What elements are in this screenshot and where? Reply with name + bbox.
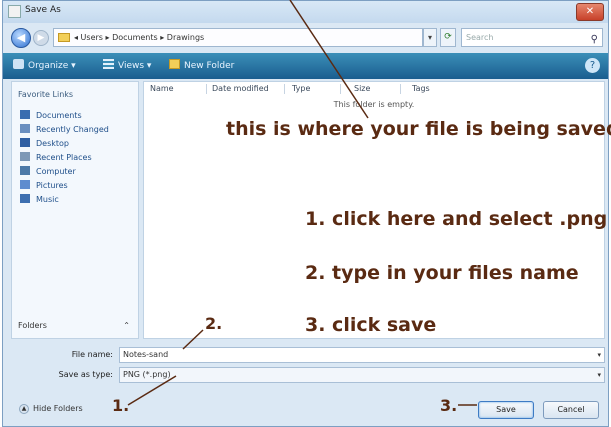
nav-item-label: Documents <box>36 111 82 120</box>
favorite-links-header: Favorite Links <box>18 90 74 99</box>
address-row: ◀ ▶ ◂ Users ▸ Documents ▸ Drawings ▾ ⟳ S… <box>3 24 608 52</box>
search-icon[interactable]: ⚲ <box>591 31 598 48</box>
nav-item-label: Recently Changed <box>36 125 109 134</box>
annotation-marker-3: 3. <box>440 396 458 415</box>
nav-item-desktop[interactable]: Desktop <box>20 138 69 148</box>
nav-item-recently-changed[interactable]: Recently Changed <box>20 124 109 134</box>
nav-item-label: Pictures <box>36 181 68 190</box>
chevron-up-icon[interactable]: ▲ <box>19 404 29 414</box>
help-icon[interactable]: ? <box>585 58 600 73</box>
filename-label: File name: <box>71 350 113 359</box>
nav-item-recent-places[interactable]: Recent Places <box>20 152 92 162</box>
window-title: Save As <box>25 5 61 15</box>
desktop-icon <box>20 138 30 147</box>
recently-changed-icon <box>20 124 30 133</box>
views-button[interactable]: Views ▾ <box>103 59 151 71</box>
annotation-step-2: 2. type in your files name <box>305 262 579 284</box>
column-header-type[interactable]: Type <box>292 84 310 93</box>
save-button[interactable]: Save <box>478 401 534 419</box>
toolbar: Organize ▾ Views ▾ New Folder ? <box>3 53 608 79</box>
navigation-pane: Favorite Links Documents Recently Changed… <box>11 81 139 339</box>
annotation-marker-1: 1. <box>112 396 130 415</box>
address-bar[interactable]: ◂ Users ▸ Documents ▸ Drawings <box>53 28 423 47</box>
annotation-step-3: 3. click save <box>305 314 437 336</box>
nav-item-label: Computer <box>36 167 76 176</box>
nav-item-pictures[interactable]: Pictures <box>20 180 68 190</box>
nav-item-label: Music <box>36 195 59 204</box>
recent-places-icon <box>20 152 30 161</box>
nav-item-documents[interactable]: Documents <box>20 110 82 120</box>
annotation-step-1: 1. click here and select .png <box>305 208 608 230</box>
hide-folders-button[interactable]: Hide Folders <box>33 404 83 413</box>
annotation-saved-location: this is where your file is being saved <box>226 118 611 140</box>
new-folder-icon <box>169 59 180 69</box>
views-icon <box>103 59 114 69</box>
search-input[interactable]: Search ⚲ <box>461 28 603 47</box>
search-placeholder: Search <box>466 33 494 42</box>
column-header-size[interactable]: Size <box>354 84 370 93</box>
close-button[interactable]: ✕ <box>576 3 604 21</box>
folders-toggle[interactable]: Folders <box>18 321 47 330</box>
save-as-type-select[interactable]: PNG (*.png) ▾ <box>119 367 605 383</box>
folder-icon <box>58 33 70 42</box>
address-dropdown-button[interactable]: ▾ <box>423 28 437 47</box>
documents-icon <box>20 110 30 119</box>
chevron-up-icon[interactable]: ⌃ <box>123 321 130 330</box>
title-bar: Save As ✕ <box>3 1 608 23</box>
save-as-type-label: Save as type: <box>58 370 113 379</box>
music-icon <box>20 194 30 203</box>
refresh-button[interactable]: ⟳ <box>440 28 456 47</box>
nav-item-music[interactable]: Music <box>20 194 59 204</box>
new-folder-label: New Folder <box>184 61 235 71</box>
column-separator[interactable] <box>206 84 207 94</box>
column-header-date-modified[interactable]: Date modified <box>212 84 269 93</box>
new-folder-button[interactable]: New Folder <box>169 59 234 71</box>
empty-folder-message: This folder is empty. <box>333 100 415 109</box>
nav-item-label: Desktop <box>36 139 69 148</box>
computer-icon <box>20 166 30 175</box>
pictures-icon <box>20 180 30 189</box>
column-header-name[interactable]: Name <box>150 84 174 93</box>
organize-label: Organize ▾ <box>28 61 76 71</box>
column-separator[interactable] <box>340 84 341 94</box>
forward-button[interactable]: ▶ <box>33 30 49 46</box>
views-label: Views ▾ <box>118 61 152 71</box>
back-button[interactable]: ◀ <box>11 28 31 48</box>
window-icon <box>8 5 21 18</box>
filename-input[interactable]: Notes-sand ▾ <box>119 347 605 363</box>
column-header-tags[interactable]: Tags <box>412 84 430 93</box>
nav-item-label: Recent Places <box>36 153 92 162</box>
organize-button[interactable]: Organize ▾ <box>13 59 76 71</box>
address-path: ◂ Users ▸ Documents ▸ Drawings <box>74 33 205 42</box>
filename-value: Notes-sand <box>123 350 169 359</box>
chevron-down-icon[interactable]: ▾ <box>597 368 601 382</box>
annotation-marker-2: 2. <box>205 314 223 333</box>
save-as-type-value: PNG (*.png) <box>123 370 171 379</box>
cancel-button[interactable]: Cancel <box>543 401 599 419</box>
chevron-down-icon[interactable]: ▾ <box>597 348 601 362</box>
column-separator[interactable] <box>400 84 401 94</box>
column-separator[interactable] <box>284 84 285 94</box>
organize-icon <box>13 59 24 69</box>
nav-item-computer[interactable]: Computer <box>20 166 76 176</box>
